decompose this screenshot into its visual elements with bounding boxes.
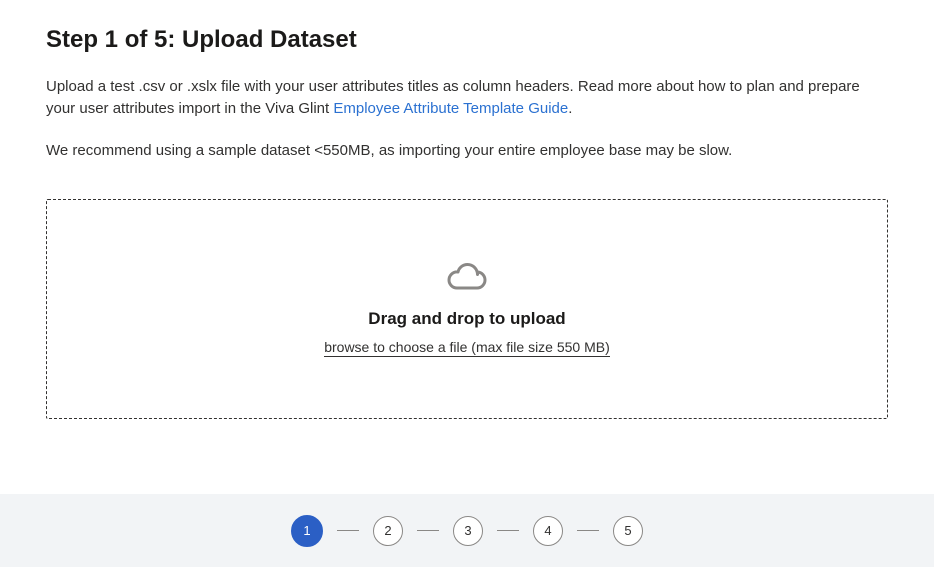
- intro-text-2: .: [568, 100, 572, 117]
- step-connector: [577, 530, 599, 531]
- dropzone-title: Drag and drop to upload: [368, 309, 565, 329]
- wizard-stepper: 1 2 3 4 5: [0, 494, 934, 567]
- step-4[interactable]: 4: [533, 516, 563, 546]
- cloud-upload-icon: [446, 261, 488, 293]
- intro-paragraph: Upload a test .csv or .xslx file with yo…: [46, 76, 888, 120]
- step-3[interactable]: 3: [453, 516, 483, 546]
- step-connector: [497, 530, 519, 531]
- size-recommendation: We recommend using a sample dataset <550…: [46, 140, 888, 162]
- upload-dropzone[interactable]: Drag and drop to upload browse to choose…: [46, 199, 888, 419]
- step-2[interactable]: 2: [373, 516, 403, 546]
- browse-file-link[interactable]: browse to choose a file (max file size 5…: [324, 339, 610, 357]
- step-1[interactable]: 1: [291, 515, 323, 547]
- step-5[interactable]: 5: [613, 516, 643, 546]
- page-title: Step 1 of 5: Upload Dataset: [46, 26, 888, 54]
- template-guide-link[interactable]: Employee Attribute Template Guide: [333, 100, 568, 117]
- step-connector: [417, 530, 439, 531]
- step-connector: [337, 530, 359, 531]
